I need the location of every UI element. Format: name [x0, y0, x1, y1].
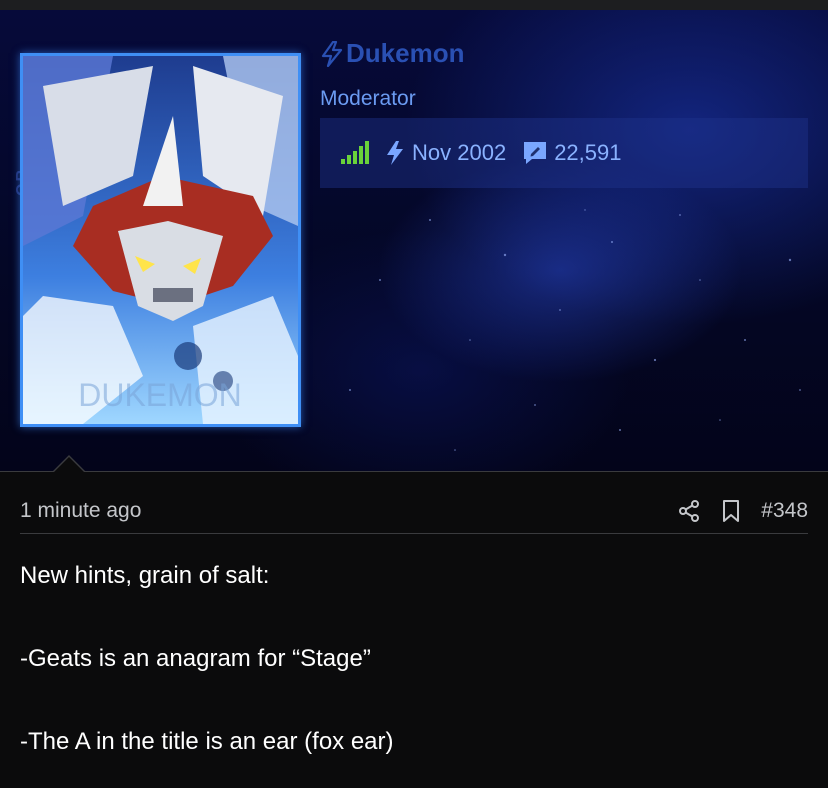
post-actions: #348: [677, 499, 808, 523]
meta-divider: [20, 533, 808, 534]
profile-banner: OR DUKEMON: [0, 10, 828, 472]
post-line: New hints, grain of salt:: [20, 562, 270, 589]
username-text: Dukemon: [346, 38, 465, 68]
signal-bars-icon: [341, 141, 369, 164]
message-count[interactable]: 22,591: [554, 140, 621, 166]
username[interactable]: Dukemon: [320, 38, 464, 69]
message-edit-icon: [524, 142, 547, 164]
user-role: Moderator: [320, 87, 416, 110]
top-bar: [0, 0, 828, 10]
post-line: -The A in the title is an ear (fox ear): [20, 728, 394, 755]
share-icon[interactable]: [677, 499, 701, 523]
avatar-watermark-text: DUKEMON: [78, 377, 242, 413]
bookmark-icon[interactable]: [721, 499, 741, 523]
user-stats: Nov 2002 22,591: [320, 118, 808, 188]
avatar[interactable]: DUKEMON: [20, 53, 301, 427]
caret-pointer-inner: [54, 457, 84, 472]
post-meta: 1 minute ago #348: [20, 494, 808, 528]
lightning-icon: [321, 40, 343, 67]
joined-date: Nov 2002: [412, 140, 507, 165]
lightning-icon: [387, 141, 403, 165]
post-number[interactable]: #348: [761, 499, 808, 523]
post-divider: [0, 471, 828, 472]
post-line: -Geats is an anagram for “Stage”: [20, 645, 371, 672]
post-body: New hints, grain of salt: -Geats is an a…: [20, 562, 808, 756]
post-time[interactable]: 1 minute ago: [20, 499, 141, 523]
avatar-image: DUKEMON: [23, 56, 298, 424]
